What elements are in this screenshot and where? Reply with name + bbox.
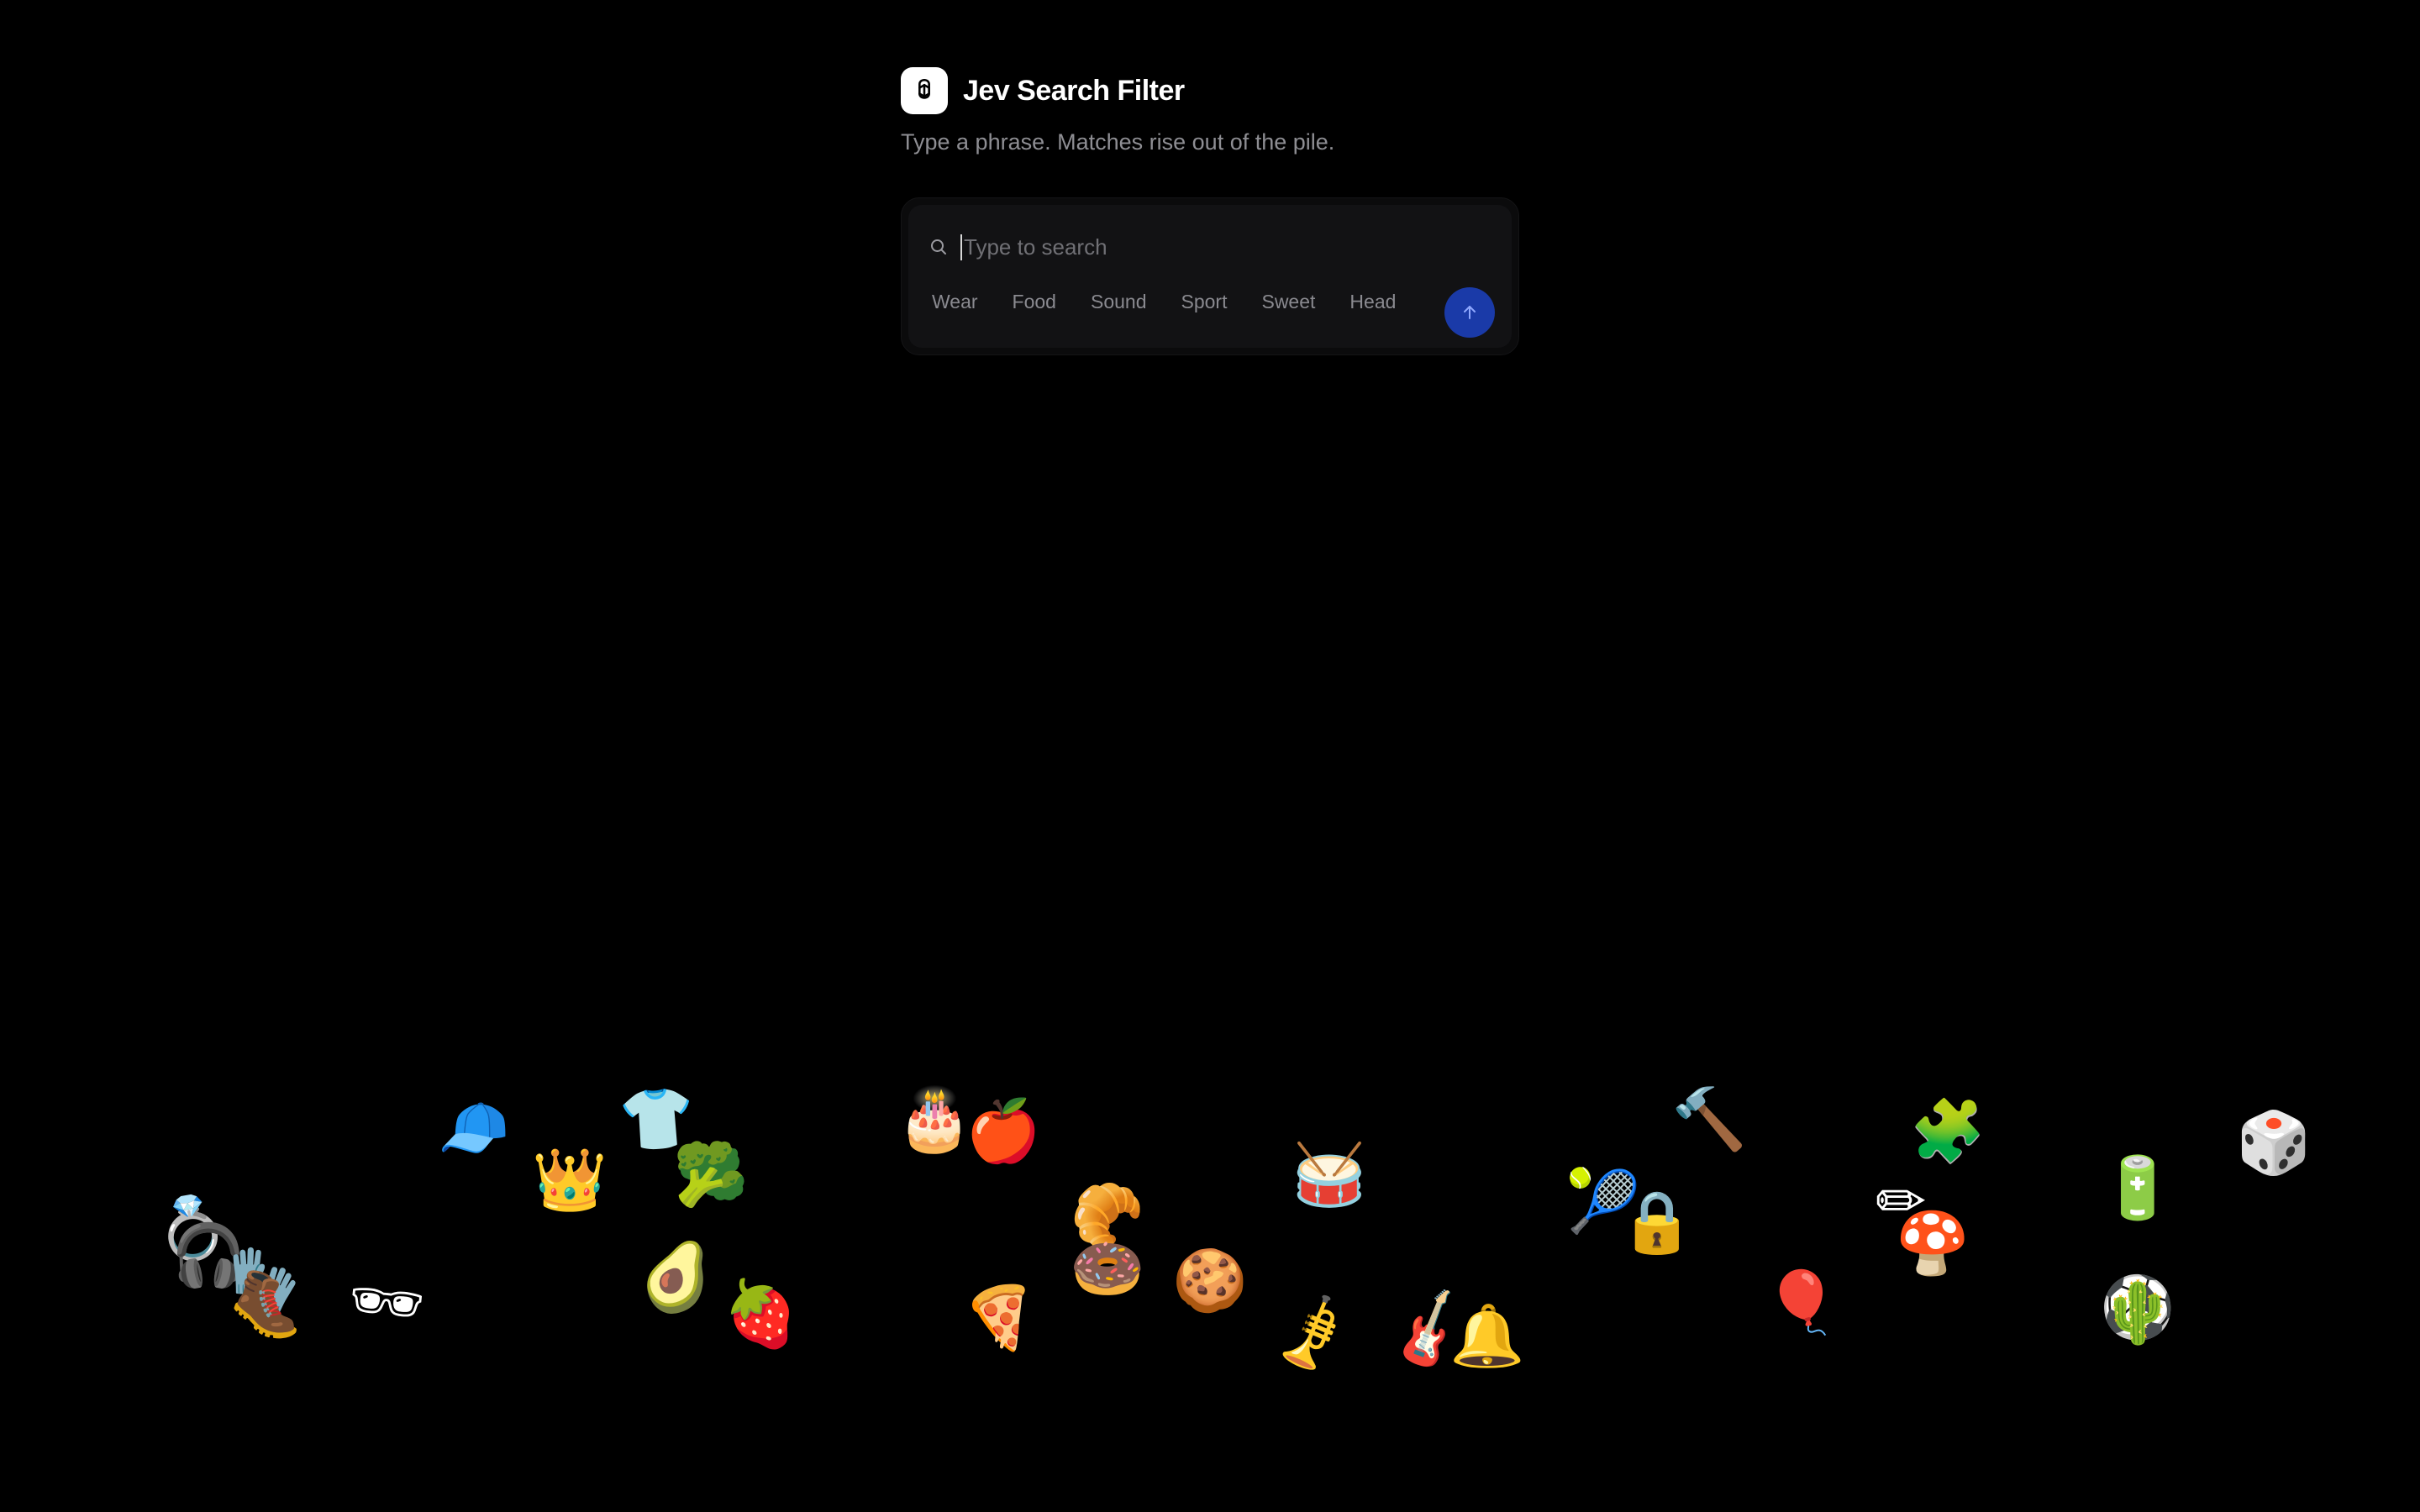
cactus-icon[interactable]: 🌵 [2096,1270,2180,1354]
drum-icon[interactable]: 🥁 [1287,1132,1371,1216]
brand: Jev Search Filter [901,67,1523,114]
chip-sound[interactable]: Sound [1091,291,1147,313]
app-root: Jev Search Filter Type a phrase. Matches… [0,0,2420,1512]
search-icon [931,239,946,255]
bell-icon[interactable]: 🔔 [1445,1294,1529,1378]
broccoli-icon[interactable]: 🥦 [669,1132,753,1216]
submit-button[interactable] [1444,287,1495,338]
pizza-icon[interactable]: 🍕 [947,1263,1049,1364]
search-row [929,230,1491,264]
balloon-icon[interactable]: 🎈 [1760,1260,1844,1344]
arrow-up-icon [1464,306,1476,319]
strawberry-icon[interactable]: 🍓 [714,1267,809,1362]
cookie-icon[interactable]: 🍪 [1168,1238,1252,1322]
sunglasses-icon[interactable]: 🕶 [340,1256,433,1348]
category-chips: Wear Food Sound Sport Sweet Head [932,291,1396,313]
battery-icon[interactable]: 🔋 [2096,1146,2180,1230]
donut-icon[interactable]: 🍩 [1065,1226,1150,1310]
search-panel-inner: Wear Food Sound Sport Sweet Head [908,205,1512,348]
app-logo-icon [901,67,948,114]
search-input[interactable] [960,234,1491,260]
dice-icon[interactable]: 🎲 [2232,1100,2316,1184]
cap-icon[interactable]: 🧢 [424,1080,521,1178]
puzzle-icon[interactable]: 🧩 [1906,1089,1990,1173]
chip-head[interactable]: Head [1349,291,1396,313]
header: Jev Search Filter Type a phrase. Matches… [901,67,1523,155]
apple-icon[interactable]: 🍎 [961,1089,1045,1173]
mushroom-icon[interactable]: 🍄 [1891,1201,1975,1285]
chip-food[interactable]: Food [1013,291,1056,313]
hammer-icon[interactable]: 🔨 [1667,1077,1751,1161]
page-title: Jev Search Filter [963,74,1185,107]
crown-icon[interactable]: 👑 [528,1137,612,1221]
trumpet-icon[interactable]: 🎺 [1255,1280,1366,1391]
chip-sweet[interactable]: Sweet [1261,291,1315,313]
search-panel: Wear Food Sound Sport Sweet Head [901,197,1519,355]
page-subtitle: Type a phrase. Matches rise out of the p… [901,129,1335,155]
chip-wear[interactable]: Wear [932,291,978,313]
chip-sport[interactable]: Sport [1181,291,1228,313]
avocado-icon[interactable]: 🥑 [624,1226,730,1331]
lock-icon[interactable]: 🔒 [1615,1179,1699,1263]
